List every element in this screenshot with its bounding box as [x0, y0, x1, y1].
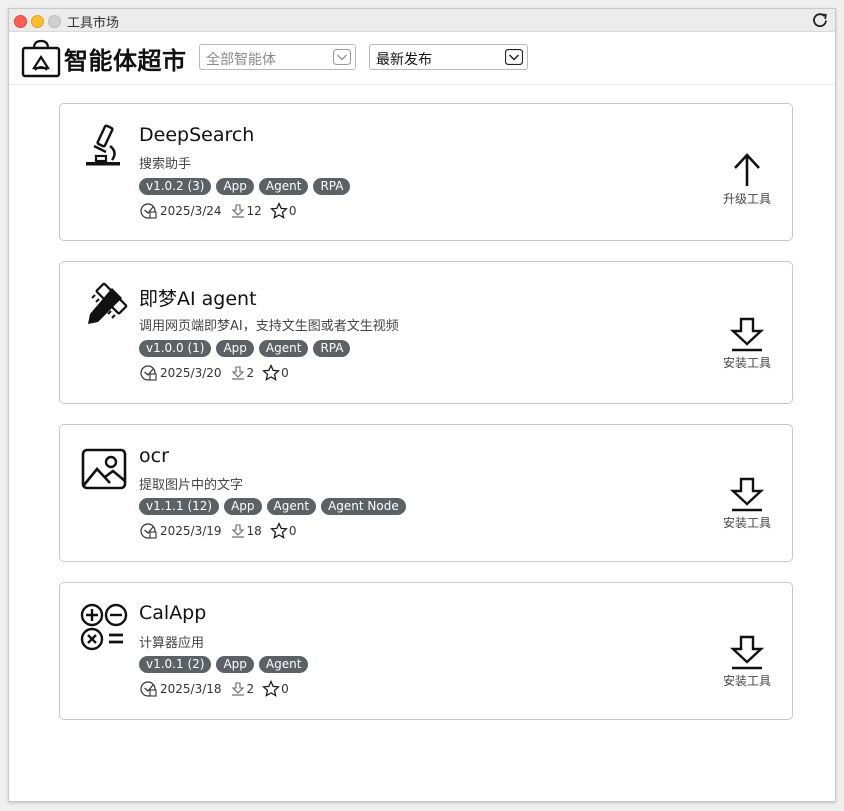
star-icon[interactable]	[262, 680, 281, 698]
download-count-icon	[231, 366, 244, 380]
tag: App	[216, 178, 254, 195]
upgrade-tool-button[interactable]: 升级工具	[712, 152, 782, 207]
action-label: 安装工具	[722, 674, 771, 688]
reload-icon[interactable]	[811, 11, 829, 29]
tag: RPA	[313, 340, 351, 357]
star-count: 0	[281, 366, 289, 380]
tool-card: CalApp 计算器应用 v1.0.1 (2) App Agent 2025/3…	[59, 582, 793, 720]
download-count: 2	[246, 366, 255, 380]
download-icon	[729, 317, 765, 352]
image-icon	[81, 448, 127, 490]
star-count: 0	[281, 682, 289, 696]
sort-select[interactable]: 最新发布	[369, 44, 528, 70]
microscope-icon	[86, 124, 120, 166]
install-tool-button[interactable]: 安装工具	[712, 476, 782, 531]
publish-date: 2025/3/24	[160, 204, 222, 218]
action-label: 安装工具	[722, 356, 771, 370]
calendar-clock-icon	[140, 523, 157, 539]
download-count: 12	[246, 204, 262, 218]
publish-date: 2025/3/20	[160, 366, 222, 380]
tool-card: ocr 提取图片中的文字 v1.1.1 (12) App Agent Agent…	[59, 424, 793, 562]
tag-list: v1.0.0 (1) App Agent RPA	[139, 340, 351, 357]
close-window-button[interactable]	[14, 15, 27, 28]
tool-card: DeepSearch 搜索助手 v1.0.2 (3) App Agent RPA…	[59, 103, 793, 241]
download-icon	[729, 635, 765, 670]
tag: App	[216, 656, 254, 673]
download-count-icon	[231, 682, 244, 696]
agent-filter-select[interactable]: 全部智能体	[199, 44, 356, 70]
header: 智能体超市 全部智能体 最新发布	[9, 32, 835, 85]
tool-description: 调用网页端即梦AI，支持文生图或者文生视频	[139, 319, 399, 334]
tool-name: CalApp	[139, 602, 207, 624]
version-tag: v1.1.1 (12)	[139, 498, 220, 515]
tag-list: v1.0.1 (2) App Agent	[139, 656, 309, 673]
version-tag: v1.0.2 (3)	[139, 178, 212, 195]
arrow-up-icon	[734, 153, 760, 186]
tag: Agent Node	[321, 498, 406, 515]
install-tool-button[interactable]: 安装工具	[712, 634, 782, 689]
tool-description: 提取图片中的文字	[139, 478, 244, 493]
tag: Agent	[258, 178, 309, 195]
star-count: 0	[288, 524, 297, 538]
calendar-clock-icon	[140, 365, 157, 381]
tool-meta: 2025/3/24 12 0	[139, 202, 296, 220]
calculator-icon	[80, 603, 128, 651]
tool-meta: 2025/3/19 18 0	[139, 522, 296, 540]
star-icon[interactable]	[269, 522, 288, 540]
tool-meta: 2025/3/18 2 0	[139, 680, 289, 698]
star-icon[interactable]	[262, 364, 281, 382]
version-tag: v1.0.1 (2)	[139, 656, 212, 673]
window-title: 工具市场	[67, 16, 120, 31]
publish-date: 2025/3/19	[160, 524, 222, 538]
tag: App	[224, 498, 262, 515]
tag: RPA	[313, 178, 351, 195]
tag: Agent	[258, 656, 309, 673]
brand-title: 智能体超市	[64, 47, 187, 75]
maximize-window-button[interactable]	[48, 15, 61, 28]
tool-description: 搜索助手	[139, 157, 192, 172]
tool-name: ocr	[139, 445, 169, 467]
pencil-ruler-icon	[88, 282, 128, 324]
star-count: 0	[288, 204, 297, 218]
minimize-window-button[interactable]	[31, 15, 44, 28]
agent-filter-value: 全部智能体	[206, 52, 276, 68]
install-tool-button[interactable]: 安装工具	[712, 316, 782, 371]
tool-name: DeepSearch	[139, 124, 255, 146]
action-label: 安装工具	[722, 516, 771, 530]
tag: App	[216, 340, 254, 357]
download-count: 18	[246, 524, 262, 538]
download-icon	[729, 477, 765, 512]
app-window: 工具市场 智能体超市 全部智能体 最新发布 DeepSearch 搜索助手 v1…	[8, 8, 836, 802]
title-bar: 工具市场	[9, 9, 835, 32]
chevron-down-icon	[333, 49, 351, 65]
chevron-down-icon	[505, 49, 523, 65]
shopping-bag-logo-icon	[21, 39, 61, 78]
tag: Agent	[258, 340, 309, 357]
calendar-clock-icon	[140, 681, 157, 697]
publish-date: 2025/3/18	[160, 682, 222, 696]
tag: Agent	[266, 498, 317, 515]
tool-name: 即梦AI agent	[139, 288, 257, 310]
tag-list: v1.1.1 (12) App Agent Agent Node	[139, 498, 406, 515]
download-count-icon	[231, 524, 244, 538]
star-icon[interactable]	[269, 202, 288, 220]
tool-description: 计算器应用	[139, 636, 205, 651]
action-label: 升级工具	[722, 192, 771, 206]
tag-list: v1.0.2 (3) App Agent RPA	[139, 178, 351, 195]
calendar-clock-icon	[140, 203, 157, 219]
download-count: 2	[246, 682, 255, 696]
tool-card: 即梦AI agent 调用网页端即梦AI，支持文生图或者文生视频 v1.0.0 …	[59, 261, 793, 404]
version-tag: v1.0.0 (1)	[139, 340, 212, 357]
tool-meta: 2025/3/20 2 0	[139, 364, 289, 382]
sort-value: 最新发布	[376, 52, 432, 68]
download-count-icon	[231, 204, 244, 218]
